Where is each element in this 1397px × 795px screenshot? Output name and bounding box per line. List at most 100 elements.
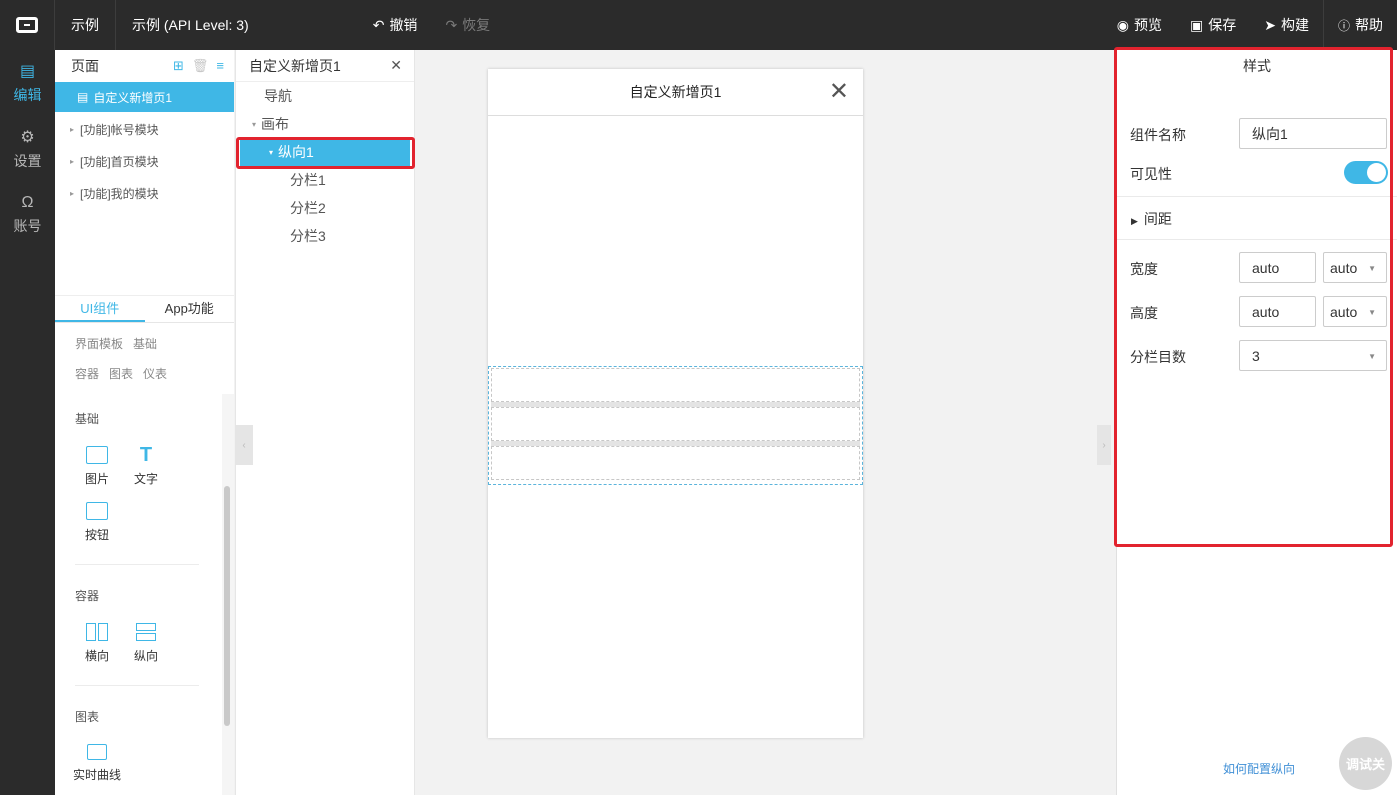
- component-vertical[interactable]: 纵向: [121, 623, 171, 664]
- category-chart[interactable]: 图表: [109, 365, 133, 382]
- edit-icon: ▤: [19, 63, 36, 80]
- height-unit-select[interactable]: auto ▼: [1323, 296, 1387, 327]
- divider: [75, 685, 199, 686]
- visibility-toggle[interactable]: [1344, 161, 1388, 184]
- debug-toggle-button[interactable]: 调试关: [1339, 737, 1392, 790]
- redo-button[interactable]: ↷ 恢复: [431, 0, 504, 50]
- tab-ui-components[interactable]: UI组件: [55, 296, 145, 322]
- divider: [1117, 239, 1397, 240]
- rail-label: 账号: [13, 218, 42, 234]
- section-title-basic: 基础: [75, 412, 100, 426]
- rail-item-settings[interactable]: ⚙ 设置: [0, 116, 55, 182]
- redo-label: 恢复: [462, 17, 491, 33]
- component-label: 图片: [84, 472, 109, 486]
- vertical-layout-icon: [135, 623, 157, 641]
- height-input[interactable]: auto: [1239, 296, 1316, 327]
- tree-item-column2[interactable]: 分栏2: [236, 194, 414, 222]
- add-page-icon[interactable]: ⊞: [173, 58, 184, 74]
- padding-section[interactable]: ▶ 间距: [1131, 209, 1172, 229]
- caret-down-icon: ▾: [269, 147, 274, 157]
- eye-icon: ◉: [1116, 16, 1130, 33]
- component-label: 文字: [133, 472, 158, 486]
- preview-button[interactable]: ◉ 预览: [1103, 0, 1176, 50]
- text-icon: T: [139, 444, 153, 466]
- section-title-container: 容器: [75, 589, 100, 603]
- component-text[interactable]: T 文字: [121, 444, 171, 487]
- column-2[interactable]: [491, 407, 860, 441]
- save-label: 保存: [1208, 17, 1237, 33]
- collapse-left-tab[interactable]: ‹: [235, 425, 253, 465]
- rail-label: 编辑: [13, 87, 42, 103]
- help-button[interactable]: ⓘ 帮助: [1322, 0, 1397, 50]
- tree-item-canvas[interactable]: ▾ 画布: [236, 110, 414, 138]
- category-basic[interactable]: 基础: [133, 335, 157, 352]
- redo-icon: ↷: [445, 16, 458, 33]
- phone-header: 自定义新增页1 ✕: [488, 69, 863, 116]
- image-icon: [86, 446, 108, 464]
- tree-title: 自定义新增页1: [249, 57, 341, 74]
- padding-label: 间距: [1143, 211, 1172, 227]
- width-input[interactable]: auto: [1239, 252, 1316, 283]
- component-label: 按钮: [84, 528, 109, 542]
- category-templates[interactable]: 界面模板: [75, 335, 123, 352]
- logo[interactable]: [0, 0, 55, 50]
- columns-label: 分栏目数: [1130, 349, 1186, 365]
- component-name-label: 组件名称: [1130, 127, 1186, 143]
- category-container[interactable]: 容器: [75, 365, 99, 382]
- phone-page-title: 自定义新增页1: [629, 84, 722, 100]
- props-title: 样式: [1243, 58, 1271, 74]
- rail-item-edit[interactable]: ▤ 编辑: [0, 50, 55, 116]
- column-1[interactable]: [491, 368, 860, 402]
- page-item-account[interactable]: ▸ [功能]帐号模块: [55, 113, 234, 145]
- build-button[interactable]: ➤ 构建: [1250, 0, 1323, 50]
- columns-select[interactable]: 3 ▼: [1239, 340, 1387, 371]
- undo-button[interactable]: ↶ 撤销: [359, 0, 432, 50]
- component-image[interactable]: 图片: [72, 446, 122, 487]
- component-horizontal[interactable]: 横向: [72, 623, 122, 664]
- project-title: 示例 (API Level: 3): [132, 17, 249, 33]
- rail-item-account[interactable]: Ω 账号: [0, 182, 55, 248]
- close-icon[interactable]: ✕: [390, 57, 402, 74]
- page-item-label: [功能]我的模块: [80, 186, 159, 201]
- tree-item-vertical1[interactable]: ▾ 纵向1: [240, 138, 410, 166]
- horizontal-layout-icon: [86, 623, 108, 641]
- tab-app-functions[interactable]: App功能: [145, 296, 235, 322]
- trash-icon[interactable]: 🗑: [192, 58, 209, 74]
- component-name-input[interactable]: 纵向1: [1239, 118, 1387, 149]
- component-realtime-curve[interactable]: 实时曲线: [72, 744, 122, 783]
- component-tree-panel: 自定义新增页1 ✕ 导航 ▾ 画布 ▾ 纵向1 分栏1 分栏2 分栏3: [235, 50, 415, 795]
- pages-panel: 页面 ⊞ 🗑 ≡ ▤ 自定义新增页1 ▸ [功能]帐号模块 ▸ [功能]首页模块…: [55, 50, 234, 295]
- category-gauge[interactable]: 仪表: [143, 365, 167, 382]
- save-button[interactable]: ▣ 保存: [1176, 0, 1250, 50]
- chevron-right-icon: ›: [1102, 439, 1106, 451]
- page-item-mine[interactable]: ▸ [功能]我的模块: [55, 177, 234, 209]
- question-icon: ⓘ: [1337, 18, 1350, 33]
- help-link[interactable]: 如何配置纵向: [1223, 760, 1295, 777]
- collapse-right-tab[interactable]: ›: [1097, 425, 1111, 465]
- component-label: 纵向: [133, 649, 158, 663]
- component-button[interactable]: 按钮: [72, 502, 122, 543]
- menu-icon[interactable]: ≡: [216, 58, 224, 74]
- tree-item-column1[interactable]: 分栏1: [236, 166, 414, 194]
- chevron-down-icon: ▼: [1368, 264, 1376, 273]
- height-unit-value: auto: [1330, 303, 1358, 320]
- vertical-container[interactable]: [488, 366, 863, 485]
- library-list: 基础 图片 T 文字 按钮 容器 横向 纵向 图表 实时曲线: [55, 394, 234, 795]
- column-3[interactable]: [491, 446, 860, 480]
- page-item-home[interactable]: ▸ [功能]首页模块: [55, 145, 234, 177]
- button-icon: [86, 502, 108, 520]
- tree-item-label: 纵向1: [278, 144, 314, 160]
- tree-item-column3[interactable]: 分栏3: [236, 222, 414, 250]
- divider: [75, 564, 199, 565]
- page-item-custom1[interactable]: ▤ 自定义新增页1: [55, 82, 234, 112]
- caret-right-icon: ▸: [70, 156, 75, 166]
- settings-icon: ⚙: [20, 129, 35, 146]
- close-icon[interactable]: ✕: [829, 80, 849, 104]
- tree-item-nav[interactable]: 导航: [236, 82, 414, 110]
- project-menu[interactable]: 示例: [55, 0, 116, 50]
- component-label: 横向: [84, 649, 109, 663]
- build-label: 构建: [1280, 17, 1309, 33]
- phone-canvas: 自定义新增页1 ✕: [488, 69, 863, 738]
- width-unit-select[interactable]: auto ▼: [1323, 252, 1387, 283]
- properties-panel: 样式 组件名称 纵向1 可见性 ▶ 间距 宽度 auto auto ▼ 高度 aut…: [1116, 50, 1397, 795]
